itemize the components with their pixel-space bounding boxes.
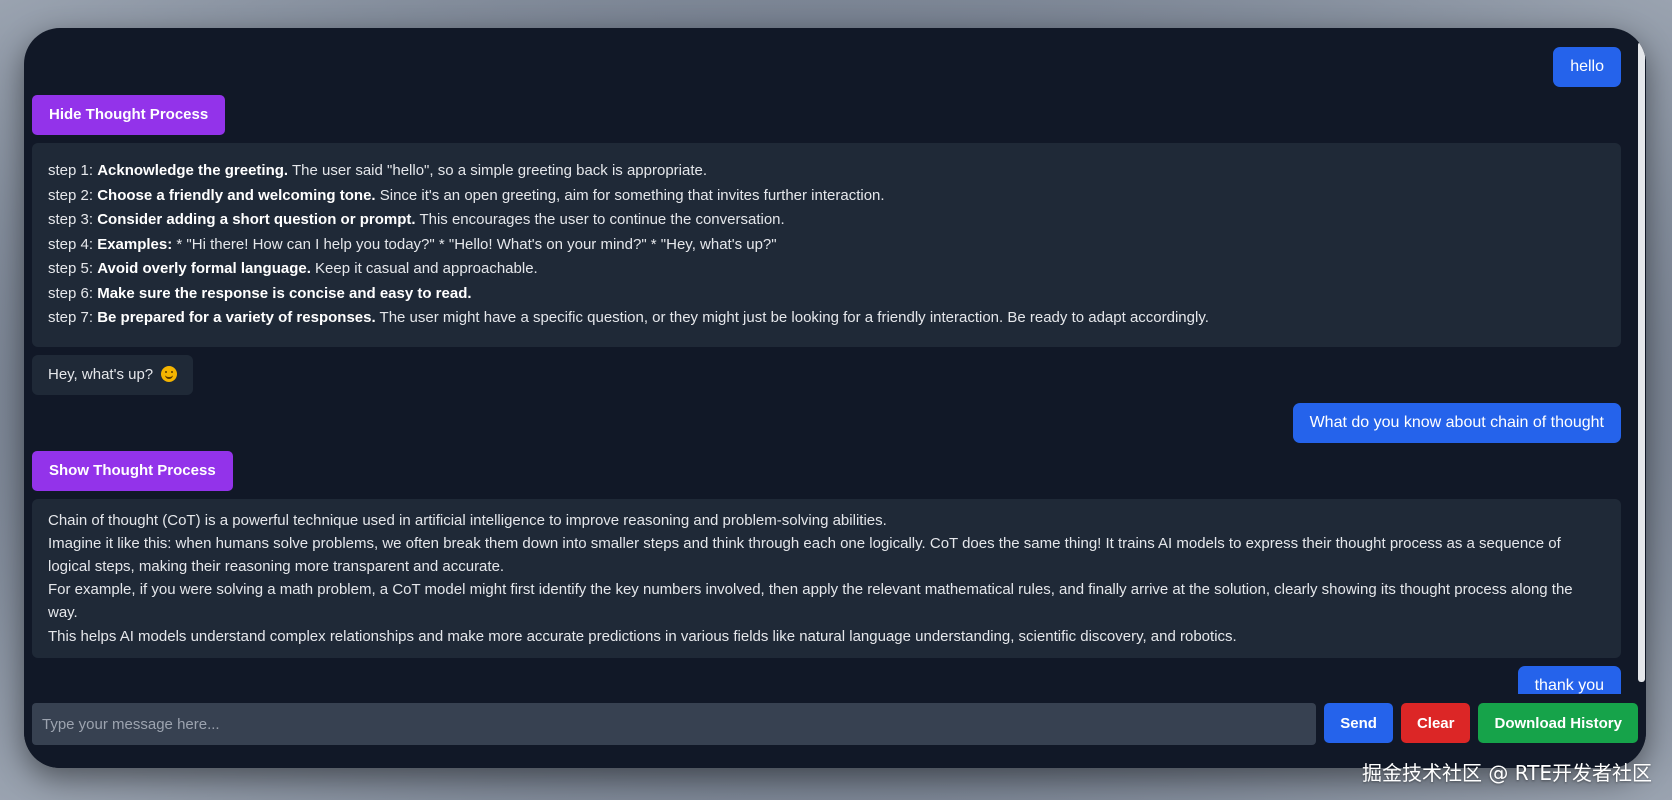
user-message-row: thank you bbox=[32, 665, 1621, 694]
bot-message-row: Hey, what's up? bbox=[32, 354, 1621, 395]
message-input[interactable] bbox=[32, 703, 1317, 745]
bot-response-panel: Chain of thought (CoT) is a powerful tec… bbox=[32, 498, 1621, 658]
thought-step: step 2: Choose a friendly and welcoming … bbox=[48, 186, 885, 204]
response-paragraph: Chain of thought (CoT) is a powerful tec… bbox=[48, 511, 887, 529]
thought-step: step 3: Consider adding a short question… bbox=[48, 211, 785, 228]
watermark: 掘金技术社区 @ RTE开发者社区 bbox=[1361, 761, 1652, 785]
clear-button[interactable]: Clear bbox=[1400, 703, 1471, 743]
user-message: hello bbox=[1553, 47, 1621, 87]
user-message: thank you bbox=[1517, 665, 1621, 694]
user-message: What do you know about chain of thought bbox=[1292, 402, 1621, 443]
thought-step: step 4: Examples: * "Hi there! How can I… bbox=[48, 235, 777, 253]
send-button[interactable]: Send bbox=[1324, 703, 1393, 743]
toggle-row: Hide Thought Process bbox=[32, 95, 1621, 135]
response-paragraph: This helps AI models understand complex … bbox=[48, 627, 1237, 645]
thought-step: step 6: Make sure the response is concis… bbox=[48, 284, 472, 302]
show-thought-process-button[interactable]: Show Thought Process bbox=[32, 450, 233, 491]
chat-messages[interactable]: hello Hide Thought Process step 1: Ackno… bbox=[24, 28, 1646, 694]
response-paragraph: Imagine it like this: when humans solve … bbox=[48, 534, 1561, 575]
chat-window: hello Hide Thought Process step 1: Ackno… bbox=[24, 28, 1646, 768]
user-message-row: hello bbox=[32, 47, 1621, 87]
response-paragraph: For example, if you were solving a math … bbox=[48, 581, 1573, 622]
thought-step: step 5: Avoid overly formal language. Ke… bbox=[48, 260, 538, 277]
hide-thought-process-button[interactable]: Hide Thought Process bbox=[32, 95, 226, 135]
bot-message: Hey, what's up? bbox=[32, 354, 194, 395]
toggle-row: Show Thought Process bbox=[32, 450, 1621, 491]
thought-step: step 1: Acknowledge the greeting. The us… bbox=[48, 162, 708, 179]
thought-step: step 7: Be prepared for a variety of res… bbox=[48, 309, 1209, 326]
chat-scrollbar[interactable] bbox=[1637, 42, 1646, 694]
scrollbar-thumb[interactable] bbox=[1638, 42, 1645, 682]
thought-process-panel: step 1: Acknowledge the greeting. The us… bbox=[32, 143, 1621, 347]
user-message-row: What do you know about chain of thought bbox=[32, 402, 1621, 443]
download-history-button[interactable]: Download History bbox=[1478, 703, 1638, 743]
smiling-face-icon bbox=[161, 365, 178, 382]
